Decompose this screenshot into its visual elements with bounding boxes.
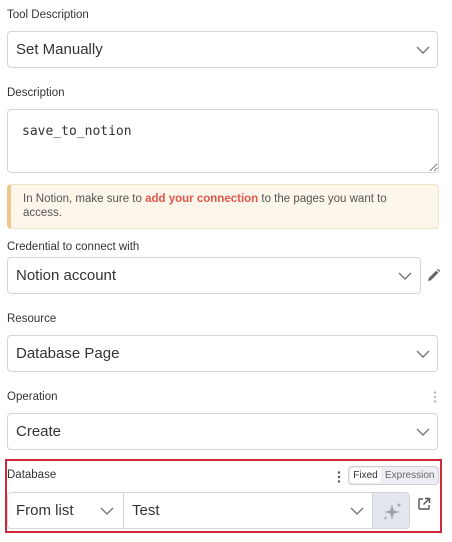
chevron-down-icon [350,507,364,515]
chevron-down-icon [416,46,430,54]
tool-description-value: Set Manually [16,41,103,58]
credential-select[interactable]: Notion account [7,257,421,294]
operation-select[interactable]: Create [7,413,438,450]
tool-description-label: Tool Description [7,9,89,21]
operation-value: Create [16,423,62,440]
database-value-select[interactable]: Test [123,492,373,529]
database-mode-value: From list [16,502,74,519]
description-label: Description [7,87,65,99]
toggle-expression[interactable]: Expression [385,468,434,483]
notice-text-before: In Notion, make sure to [23,193,146,205]
resource-select[interactable]: Database Page [7,335,438,372]
database-label: Database [7,469,57,481]
chevron-down-icon [100,507,114,515]
database-value: Test [132,502,160,519]
database-mode-select[interactable]: From list [7,492,124,529]
ai-assist-button[interactable] [372,492,410,529]
description-textarea[interactable]: save_to_notion [7,109,439,173]
sparkles-icon [381,501,403,528]
credential-label: Credential to connect with [7,241,140,253]
credential-value: Notion account [16,267,117,284]
chevron-down-icon [416,428,430,436]
resource-label: Resource [7,313,57,325]
tool-description-select[interactable]: Set Manually [7,31,438,68]
fixed-expression-toggle[interactable]: Fixed Expression [348,466,439,485]
add-connection-link[interactable]: add your connection [145,193,258,205]
notion-connection-notice: In Notion, make sure to add your connect… [7,184,439,229]
pencil-icon[interactable] [426,268,441,283]
external-link-icon[interactable] [417,497,431,511]
kebab-icon[interactable] [433,390,437,403]
chevron-down-icon [416,350,430,358]
kebab-icon[interactable] [337,470,341,483]
chevron-down-icon [398,272,412,280]
toggle-fixed[interactable]: Fixed [350,468,381,483]
resource-value: Database Page [16,345,120,362]
operation-label: Operation [7,391,58,403]
